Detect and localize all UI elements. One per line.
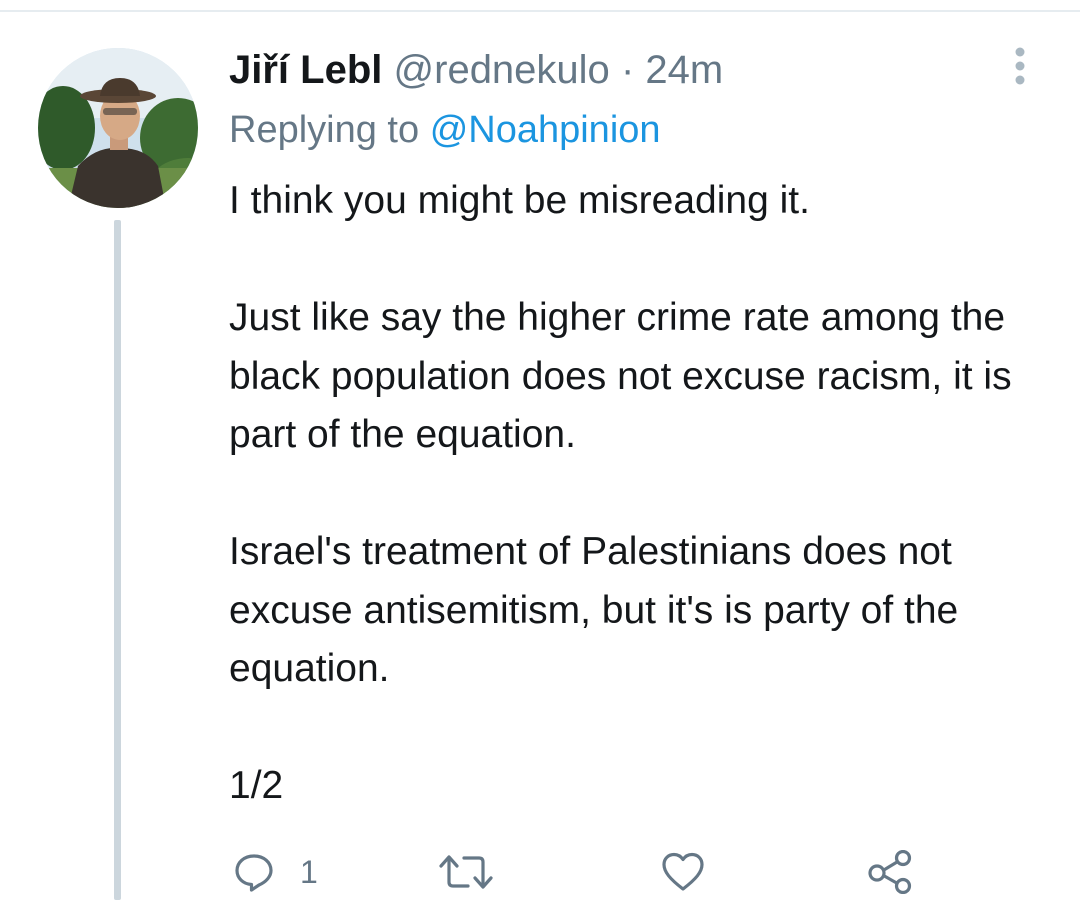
- thread-counter: 1/2: [229, 764, 284, 807]
- avatar-photo: [38, 48, 198, 208]
- tweet-body: I think you might be misreading it. Just…: [229, 172, 1059, 816]
- top-divider: [0, 10, 1080, 12]
- share-icon: [868, 850, 912, 894]
- tweet-timestamp[interactable]: 24m: [645, 48, 723, 92]
- replying-to-handle[interactable]: @Noahpinion: [430, 109, 661, 151]
- more-options-button[interactable]: [1005, 44, 1035, 88]
- tweet-paragraph: Israel's treatment of Palestinians does …: [229, 530, 959, 690]
- heart-icon: [662, 852, 704, 891]
- like-button[interactable]: [660, 850, 706, 894]
- reply-count: 1: [300, 854, 318, 890]
- header-separator: ·: [620, 48, 635, 92]
- replying-to: Replying to @Noahpinion: [229, 107, 661, 153]
- replying-to-label: Replying to: [229, 109, 420, 151]
- reply-icon: [235, 854, 273, 892]
- retweet-icon: [439, 855, 493, 889]
- thread-line: [114, 220, 121, 900]
- author-name[interactable]: Jiří Lebl: [229, 48, 382, 92]
- avatar[interactable]: [38, 48, 198, 208]
- tweet-paragraph: I think you might be misreading it.: [229, 179, 810, 222]
- retweet-button[interactable]: [438, 850, 494, 894]
- reply-button[interactable]: 1: [232, 850, 318, 894]
- tweet-header: Jiří Lebl @rednekulo · 24m: [229, 46, 723, 94]
- share-button[interactable]: [866, 850, 914, 894]
- author-handle[interactable]: @rednekulo: [394, 48, 610, 92]
- more-vertical-icon: [1015, 47, 1025, 85]
- tweet-paragraph: Just like say the higher crime rate amon…: [229, 296, 1012, 456]
